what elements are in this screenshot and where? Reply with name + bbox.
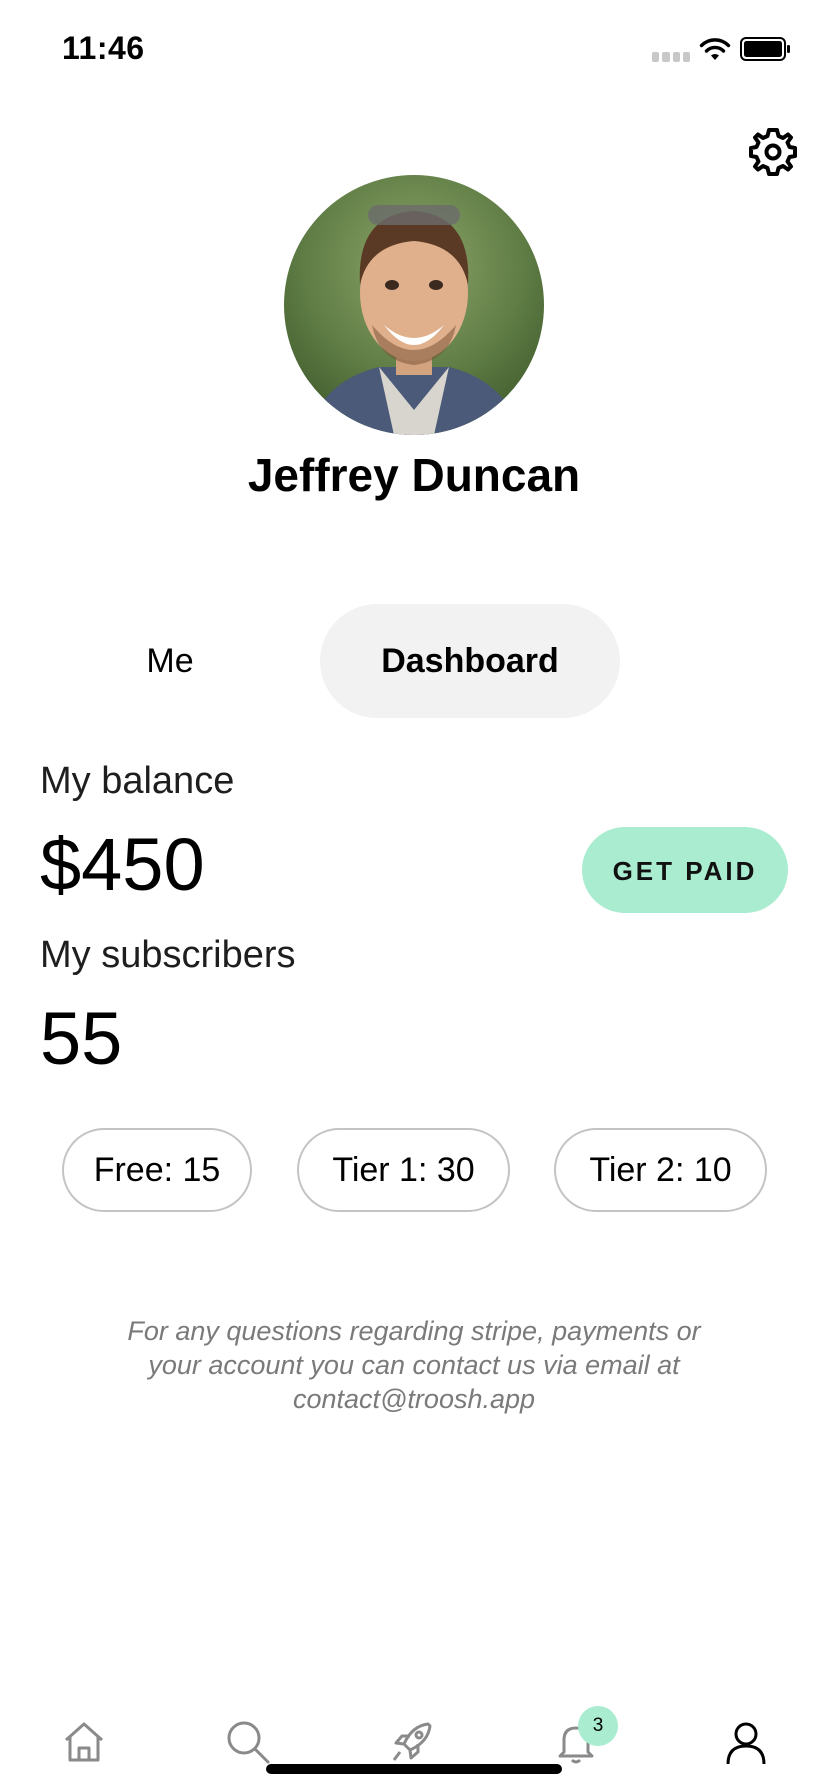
search-icon[interactable] — [224, 1718, 272, 1766]
subscribers-value: 55 — [40, 997, 123, 1080]
gear-icon[interactable] — [746, 125, 800, 179]
tier-2-pill[interactable]: Tier 2: 10 — [554, 1128, 767, 1212]
contact-note: For any questions regarding stripe, paym… — [127, 1316, 701, 1414]
subscribers-label: My subscribers — [40, 934, 296, 976]
balance-label: My balance — [40, 760, 235, 802]
balance-value: $450 — [40, 823, 205, 906]
tab-me[interactable]: Me — [70, 604, 270, 718]
tab-dashboard[interactable]: Dashboard — [320, 604, 620, 718]
profile-name: Jeffrey Duncan — [247, 449, 581, 501]
wifi-icon — [699, 38, 731, 60]
avatar — [284, 175, 544, 435]
home-icon[interactable] — [60, 1718, 108, 1766]
rocket-icon[interactable] — [388, 1718, 436, 1766]
battery-icon — [740, 37, 790, 61]
profile-icon[interactable] — [722, 1718, 770, 1766]
tier-1-pill[interactable]: Tier 1: 30 — [297, 1128, 510, 1212]
status-time: 11:46 — [62, 30, 145, 66]
tier-free-pill[interactable]: Free: 15 — [62, 1128, 252, 1212]
home-indicator[interactable] — [266, 1764, 562, 1774]
get-paid-button[interactable]: GET PAID — [582, 827, 788, 913]
profile-photo — [284, 175, 544, 435]
cellular-signal-icon — [652, 52, 690, 62]
notification-badge: 3 — [578, 1706, 618, 1746]
